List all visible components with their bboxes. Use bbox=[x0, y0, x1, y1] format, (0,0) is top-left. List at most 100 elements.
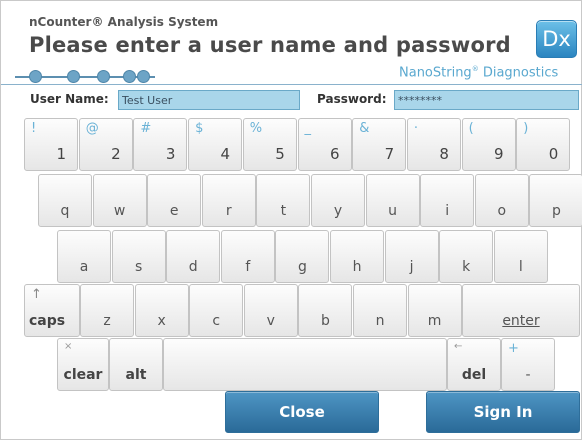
key-label: v bbox=[266, 313, 275, 329]
username-label: User Name: bbox=[30, 92, 109, 106]
key-label: 6 bbox=[329, 145, 340, 163]
brand-mark: ® bbox=[471, 65, 479, 73]
key-shift-label: # bbox=[140, 121, 152, 136]
key-u[interactable]: u bbox=[365, 174, 420, 227]
key-x[interactable]: x bbox=[134, 284, 189, 337]
brand-suffix: Diagnostics bbox=[478, 65, 559, 81]
key-z[interactable]: z bbox=[80, 284, 134, 337]
key-label: c bbox=[212, 313, 221, 329]
key-c[interactable]: c bbox=[189, 284, 244, 337]
key-b[interactable]: b bbox=[298, 284, 353, 337]
key-j[interactable]: j bbox=[384, 230, 439, 283]
key-2[interactable]: @2 bbox=[78, 118, 133, 171]
key-label: enter bbox=[502, 313, 540, 329]
del-key[interactable]: ← del bbox=[447, 338, 501, 391]
key-y[interactable]: y bbox=[311, 174, 365, 227]
key-label: m bbox=[427, 313, 442, 329]
brand-name-text: NanoString bbox=[399, 65, 472, 81]
key-v[interactable]: v bbox=[243, 284, 298, 337]
caps-key[interactable]: ↑ caps bbox=[24, 284, 80, 337]
key-label: w bbox=[113, 203, 126, 219]
key-label: 4 bbox=[220, 145, 231, 163]
key-label: n bbox=[375, 313, 385, 329]
key-label: alt bbox=[125, 367, 147, 383]
page-title: Please enter a user name and password bbox=[29, 33, 511, 57]
key-label: b bbox=[320, 313, 330, 329]
key-label: y bbox=[333, 203, 343, 219]
key-i[interactable]: i bbox=[420, 174, 475, 227]
key-shift-label: % bbox=[249, 121, 263, 136]
key-k[interactable]: k bbox=[439, 230, 494, 283]
key-l[interactable]: l bbox=[493, 230, 548, 283]
key-h[interactable]: h bbox=[330, 230, 384, 283]
key-s[interactable]: s bbox=[111, 230, 166, 283]
key-shift-label: _ bbox=[304, 121, 312, 136]
key-label: e bbox=[169, 203, 179, 219]
key-label: clear bbox=[63, 367, 103, 383]
key-3[interactable]: #3 bbox=[133, 118, 188, 171]
key-7[interactable]: & 7 bbox=[352, 118, 407, 171]
key-shift-label: ) bbox=[523, 121, 529, 136]
key-shift-label: ! bbox=[31, 121, 37, 136]
key-label: p bbox=[551, 203, 561, 219]
key-label: r bbox=[225, 203, 232, 219]
key-9[interactable]: (9 bbox=[461, 118, 516, 171]
key-label: - bbox=[525, 367, 531, 383]
key-0[interactable]: ) 0 bbox=[516, 118, 571, 171]
key-q[interactable]: q bbox=[38, 174, 92, 227]
key-label: caps bbox=[29, 313, 66, 329]
key-r[interactable]: r bbox=[201, 174, 256, 227]
enter-key[interactable]: enter bbox=[462, 284, 580, 337]
key-label: 5 bbox=[275, 145, 285, 163]
progress-dot bbox=[29, 70, 42, 83]
progress-dot bbox=[67, 70, 80, 83]
password-label: Password: bbox=[317, 92, 387, 106]
key-label: i bbox=[445, 203, 450, 219]
key-6[interactable]: _ 6 bbox=[297, 118, 352, 171]
key-shift-label: $ bbox=[195, 121, 204, 136]
minus-plus-key[interactable]: + - bbox=[501, 338, 555, 391]
key-shift-label: ( bbox=[468, 121, 474, 136]
sign-in-button[interactable]: Sign In bbox=[426, 391, 580, 433]
key-label: a bbox=[79, 259, 89, 275]
progress-dot bbox=[137, 70, 150, 83]
key-o[interactable]: o bbox=[474, 174, 529, 227]
password-field[interactable] bbox=[394, 90, 579, 110]
close-button[interactable]: Close bbox=[225, 391, 379, 433]
key-4[interactable]: $4 bbox=[188, 118, 243, 171]
key-d[interactable]: d bbox=[166, 230, 221, 283]
alt-key[interactable]: alt bbox=[109, 338, 163, 391]
username-field[interactable] bbox=[118, 90, 300, 110]
key-label: s bbox=[134, 259, 143, 275]
key-g[interactable]: g bbox=[275, 230, 330, 283]
up-arrow-icon: ↑ bbox=[31, 287, 42, 302]
key-a[interactable]: a bbox=[57, 230, 111, 283]
key-e[interactable]: e bbox=[147, 174, 202, 227]
clear-icon: × bbox=[64, 341, 73, 352]
key-label: f bbox=[245, 259, 251, 275]
key-label: 2 bbox=[111, 145, 121, 163]
key-label: q bbox=[60, 203, 70, 219]
key-label: k bbox=[462, 259, 471, 275]
plus-sign: + bbox=[508, 341, 519, 356]
key-label: u bbox=[388, 203, 398, 219]
key-label: 7 bbox=[384, 145, 395, 163]
key-p[interactable]: p bbox=[529, 174, 582, 227]
key-label: t bbox=[280, 203, 287, 219]
clear-key[interactable]: × clear bbox=[57, 338, 109, 391]
key-label: x bbox=[157, 313, 166, 329]
key-n[interactable]: n bbox=[353, 284, 407, 337]
key-w[interactable]: w bbox=[92, 174, 147, 227]
header-divider bbox=[1, 84, 582, 85]
key-t[interactable]: t bbox=[256, 174, 311, 227]
key-8[interactable]: · 8 bbox=[406, 118, 461, 171]
progress-dot bbox=[123, 70, 136, 83]
key-m[interactable]: m bbox=[407, 284, 462, 337]
key-1[interactable]: ! 1 bbox=[24, 118, 78, 171]
key-5[interactable]: % 5 bbox=[242, 118, 297, 171]
key-f[interactable]: f bbox=[220, 230, 275, 283]
key-label: d bbox=[188, 259, 198, 275]
backspace-icon: ← bbox=[454, 341, 463, 352]
key-label: l bbox=[518, 259, 523, 275]
space-key[interactable] bbox=[163, 338, 447, 391]
